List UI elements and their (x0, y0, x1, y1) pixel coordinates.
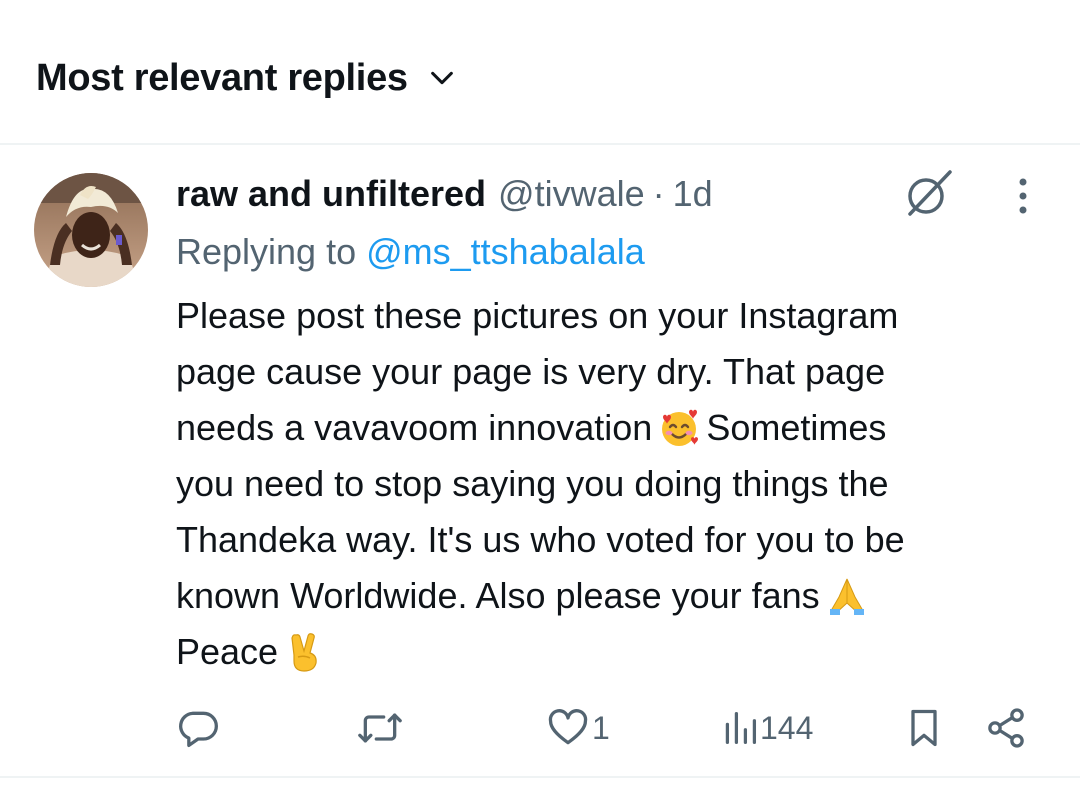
divider (0, 143, 1080, 145)
victory-hand-emoji (284, 631, 326, 673)
bookmark-icon (904, 706, 944, 750)
text-line: Please post these pictures on your Insta… (176, 295, 899, 336)
text-segment: known Worldwide. Also please your fans (176, 575, 820, 616)
reply-button[interactable] (176, 700, 220, 756)
text-line: needs a vavavoom innovation Sometimes (176, 400, 1056, 456)
folded-hands-emoji (826, 575, 868, 617)
replying-label: Replying to (176, 231, 357, 272)
text-line: Thandeka way. It's us who voted for you … (176, 519, 905, 560)
more-icon[interactable] (1006, 176, 1040, 216)
text-line: you need to stop saying you doing things… (176, 463, 889, 504)
views-count: 144 (760, 709, 814, 746)
heart-icon (546, 706, 590, 750)
reply-header: raw and unfiltered @tivwale · 1d (176, 168, 713, 220)
repost-icon (356, 706, 404, 750)
grok-icon[interactable] (902, 166, 956, 220)
display-name[interactable]: raw and unfiltered (176, 173, 486, 215)
text-segment: needs a vavavoom innovation (176, 407, 653, 448)
bookmark-button[interactable] (904, 700, 944, 756)
user-handle[interactable]: @tivwale (498, 173, 645, 215)
text-line: known Worldwide. Also please your fans (176, 568, 1056, 624)
text-segment: Sometimes (706, 407, 887, 448)
avatar[interactable] (34, 173, 148, 287)
text-segment: Peace (176, 631, 279, 672)
reply-icon (176, 706, 220, 750)
share-icon (984, 706, 1028, 750)
replying-to: Replying to @ms_ttshabalala (176, 226, 645, 278)
text-line: page cause your page is very dry. That p… (176, 351, 886, 392)
like-count: 1 (592, 709, 610, 746)
divider (0, 776, 1080, 778)
chevron-down-icon (428, 64, 456, 92)
reply-text: Please post these pictures on your Insta… (176, 288, 1056, 680)
repost-button[interactable] (356, 700, 404, 756)
replies-sort-label: Most relevant replies (36, 56, 408, 99)
views-button[interactable]: 144 (722, 700, 813, 756)
views-icon (722, 706, 758, 750)
replies-sort-dropdown[interactable]: Most relevant replies (36, 50, 456, 106)
share-button[interactable] (984, 700, 1028, 756)
separator-dot: · (652, 173, 665, 214)
text-line: Peace (176, 624, 1056, 680)
like-button[interactable]: 1 (546, 700, 610, 756)
smiling-face-with-hearts-emoji (658, 407, 700, 449)
timestamp[interactable]: 1d (673, 173, 713, 215)
replying-to-handle[interactable]: @ms_ttshabalala (366, 231, 645, 273)
action-bar: 1 144 (176, 700, 1036, 756)
